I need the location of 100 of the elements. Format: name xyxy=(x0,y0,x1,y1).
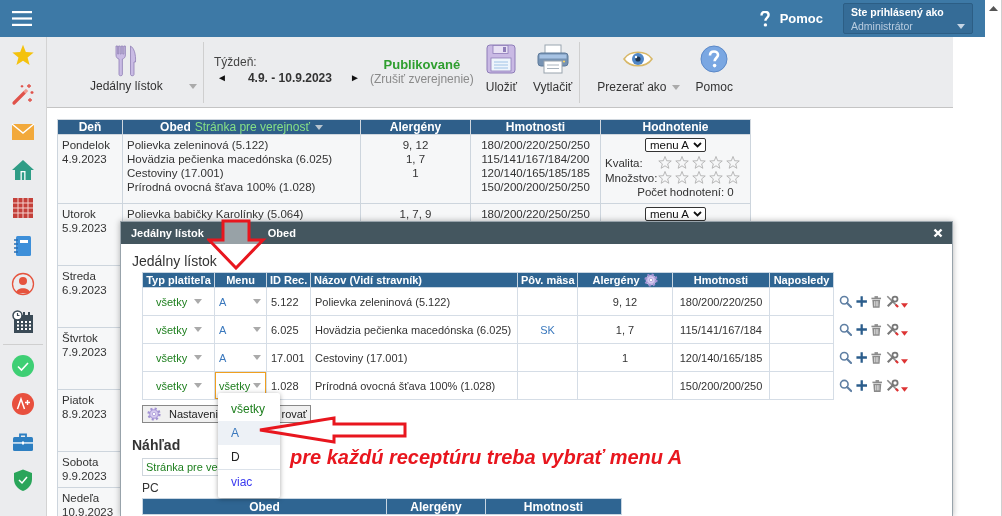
star-icon[interactable] xyxy=(726,155,740,170)
rating-label: Kvalita: xyxy=(605,155,644,170)
print-button[interactable]: Vytlačiť xyxy=(528,42,577,94)
caret-icon xyxy=(671,84,680,90)
column-header: Pôv. mäsa xyxy=(517,272,578,288)
search-icon[interactable] xyxy=(839,350,853,365)
column-header: Obed xyxy=(142,498,387,515)
star-icon[interactable] xyxy=(709,155,723,170)
caret-icon xyxy=(957,24,965,29)
caret-icon xyxy=(194,299,203,304)
unpublish-link[interactable]: (Zrušiť zverejnenie) xyxy=(369,72,474,87)
gear-icon xyxy=(147,407,161,421)
tools-icon[interactable] xyxy=(885,350,899,365)
weight-list: 120/140/165/185/185 xyxy=(475,166,596,180)
tools-icon[interactable] xyxy=(885,294,899,309)
view-as-button[interactable]: Prezerať ako xyxy=(593,42,684,94)
chevron-icon xyxy=(693,142,702,148)
plus-icon[interactable] xyxy=(856,351,868,364)
caret-icon xyxy=(253,355,261,360)
chevron-icon xyxy=(693,211,702,217)
table-cell: 5.122 xyxy=(266,287,311,316)
column-header: Hodnotenie xyxy=(600,119,751,135)
column-header: Názov (Vidí stravník) xyxy=(310,272,518,288)
day-date: 9.9.2023 xyxy=(62,469,108,483)
star-icon[interactable] xyxy=(692,170,706,185)
column-header: Alergény xyxy=(360,119,471,135)
search-icon[interactable] xyxy=(839,294,853,309)
table-cell: 150/200/200/250 xyxy=(672,371,770,400)
calendar-clock-icon[interactable] xyxy=(11,310,35,334)
previous-week-button[interactable]: ◄ xyxy=(217,71,227,85)
trash-icon[interactable] xyxy=(871,294,882,309)
trash-icon[interactable] xyxy=(871,350,882,365)
help-link[interactable]: Pomoc xyxy=(759,10,823,27)
table-cell: Polievka zeleninová (5.122) xyxy=(310,287,518,316)
table-cell: Hovädzia pečienka macedónska (6.025) xyxy=(310,315,518,344)
scroll-up-icon[interactable] xyxy=(988,6,998,11)
annotation-note: pre každú receptúru treba vybrať menu A xyxy=(290,445,683,469)
tools-icon[interactable] xyxy=(886,378,900,393)
day-date: 4.9.2023 xyxy=(62,152,108,166)
save-button[interactable]: Uložiť xyxy=(481,42,521,94)
star-icon[interactable] xyxy=(658,155,672,170)
table-cell: Cestoviny (17.001) xyxy=(310,343,518,372)
star-icon[interactable] xyxy=(692,155,706,170)
filter-dropdown[interactable]: Stránka pre verejnosť xyxy=(194,120,323,134)
table-cell: 9, 12 xyxy=(577,287,673,316)
star-icon[interactable] xyxy=(726,170,740,185)
allergen-list: 9, 12 xyxy=(365,138,466,152)
menu-dropdown[interactable]: A xyxy=(215,316,266,343)
week-label: Týždeň: xyxy=(214,55,258,70)
caret-icon[interactable] xyxy=(901,359,908,364)
search-icon[interactable] xyxy=(839,322,853,337)
search-icon[interactable] xyxy=(839,378,853,393)
plus-icon[interactable] xyxy=(856,295,868,308)
magic-wand-icon[interactable] xyxy=(11,82,35,106)
allergen-list: 1 xyxy=(365,166,466,180)
plus-icon[interactable] xyxy=(856,323,868,336)
printer-icon xyxy=(536,44,569,74)
gear-icon[interactable] xyxy=(643,273,658,287)
meal-name: Polievka babičky Karolínky (5.064) xyxy=(127,207,305,221)
caret-icon[interactable] xyxy=(901,387,909,392)
house-icon[interactable] xyxy=(11,158,35,182)
origin-link[interactable]: SK xyxy=(540,323,555,336)
grid-icon[interactable] xyxy=(11,196,35,220)
caret-icon[interactable] xyxy=(901,303,908,308)
weight-list: 115/141/167/184/200 xyxy=(475,152,596,166)
menu-icon[interactable] xyxy=(12,11,32,26)
menu-picker-button[interactable]: Jedálny lístok xyxy=(90,45,197,93)
column-header: Hmotnosti xyxy=(485,498,622,515)
dialog-title: Jedálny lístok xyxy=(131,227,204,239)
close-icon[interactable] xyxy=(933,228,943,238)
check-circle-icon[interactable] xyxy=(11,354,35,378)
menu-dropdown[interactable]: A xyxy=(215,344,266,371)
caret-icon xyxy=(194,355,203,360)
menu-option[interactable]: A xyxy=(218,421,280,445)
meal-name: Cestoviny (17.001) xyxy=(127,166,225,180)
menu-select[interactable]: menu A xyxy=(645,207,706,221)
trash-icon[interactable] xyxy=(871,378,883,393)
person-icon[interactable] xyxy=(11,272,35,296)
user-menu[interactable]: Ste prihlásený ako Administrátor xyxy=(843,3,973,34)
menu-select[interactable]: menu A xyxy=(645,138,706,152)
weight-list: 180/200/220/250/250 xyxy=(475,138,596,152)
plus-icon[interactable] xyxy=(856,379,868,392)
caret-icon xyxy=(253,327,261,332)
table-cell: Prírodná ovocná šťava 100% (1.028) xyxy=(310,371,518,400)
star-icon[interactable] xyxy=(675,170,689,185)
grade-icon[interactable] xyxy=(11,392,35,416)
table-cell: 120/140/165/185 xyxy=(672,343,770,372)
menu-option[interactable]: viac xyxy=(218,469,280,494)
column-header: Hmotnosti xyxy=(470,119,601,135)
star-icon[interactable] xyxy=(709,170,723,185)
meal-name: Hovädzia pečienka macedónska (6.025) xyxy=(127,152,334,166)
help-button[interactable]: Pomoc xyxy=(691,42,737,94)
caret-icon[interactable] xyxy=(901,331,908,336)
star-icon[interactable] xyxy=(675,155,689,170)
tools-icon[interactable] xyxy=(885,322,899,337)
next-week-button[interactable]: ► xyxy=(350,71,360,85)
shield-icon[interactable] xyxy=(11,468,35,492)
star-icon[interactable] xyxy=(658,170,672,185)
menu-dropdown[interactable]: A xyxy=(215,288,266,315)
trash-icon[interactable] xyxy=(871,322,882,337)
